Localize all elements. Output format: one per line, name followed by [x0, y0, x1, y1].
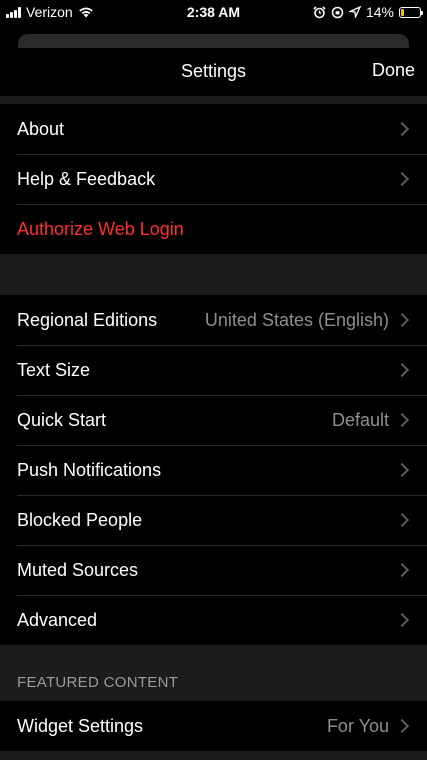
row-label: About	[17, 118, 65, 139]
navigation-bar: Settings Done	[0, 48, 427, 96]
settings-group-featured: Widget Settings For You	[0, 701, 427, 751]
featured-header-band	[0, 645, 427, 701]
section-separator	[0, 751, 427, 760]
settings-group-general: About Help & Feedback Authorize Web Logi…	[0, 104, 427, 254]
row-value: Default	[331, 409, 389, 430]
quick-start-row[interactable]: Quick Start Default	[0, 395, 427, 445]
chevron-right-icon	[394, 312, 410, 328]
section-separator	[0, 96, 427, 104]
chevron-right-icon	[394, 412, 410, 428]
chevron-right-icon	[394, 362, 410, 378]
row-label: Regional Editions	[17, 309, 158, 330]
battery-level	[401, 8, 404, 16]
battery-icon	[399, 6, 423, 18]
alarm-icon	[313, 5, 326, 18]
section-header: FEATURED CONTENT	[17, 674, 179, 691]
row-value: United States (English)	[204, 309, 389, 330]
chevron-right-icon	[394, 462, 410, 478]
row-label: Muted Sources	[17, 559, 139, 580]
chevron-right-icon	[394, 562, 410, 578]
chevron-right-icon	[394, 171, 410, 187]
regional-editions-row[interactable]: Regional Editions United States (English…	[0, 295, 427, 345]
row-label: Blocked People	[17, 509, 143, 530]
row-label: Advanced	[17, 609, 98, 630]
done-button[interactable]: Done	[372, 60, 415, 81]
row-label: Quick Start	[17, 409, 107, 430]
row-label: Text Size	[17, 359, 91, 380]
row-label: Push Notifications	[17, 459, 162, 480]
row-label: Widget Settings	[17, 715, 144, 736]
chevron-right-icon	[394, 718, 410, 734]
help-feedback-row[interactable]: Help & Feedback	[0, 154, 427, 204]
orientation-lock-icon	[331, 6, 344, 18]
widget-settings-row[interactable]: Widget Settings For You	[0, 701, 427, 751]
sheet-background	[18, 34, 409, 48]
chevron-right-icon	[394, 121, 410, 137]
text-size-row[interactable]: Text Size	[0, 345, 427, 395]
settings-group-preferences: Regional Editions United States (English…	[0, 295, 427, 645]
muted-sources-row[interactable]: Muted Sources	[0, 545, 427, 595]
advanced-row[interactable]: Advanced	[0, 595, 427, 645]
chevron-right-icon	[394, 612, 410, 628]
status-bar: Verizon 2:38 AM 14%	[0, 0, 427, 24]
page-title: Settings	[180, 61, 247, 81]
row-label: Help & Feedback	[17, 168, 156, 189]
about-row[interactable]: About	[0, 104, 427, 154]
row-label: Authorize Web Login	[17, 218, 184, 239]
chevron-right-icon	[394, 512, 410, 528]
location-icon	[348, 6, 361, 18]
authorize-web-login-row[interactable]: Authorize Web Login	[0, 204, 427, 254]
push-notifications-row[interactable]: Push Notifications	[0, 445, 427, 495]
blocked-people-row[interactable]: Blocked People	[0, 495, 427, 545]
status-right: 14%	[313, 4, 423, 20]
battery-percent: 14%	[365, 4, 394, 20]
row-value: For You	[326, 715, 389, 736]
section-separator	[0, 254, 427, 295]
